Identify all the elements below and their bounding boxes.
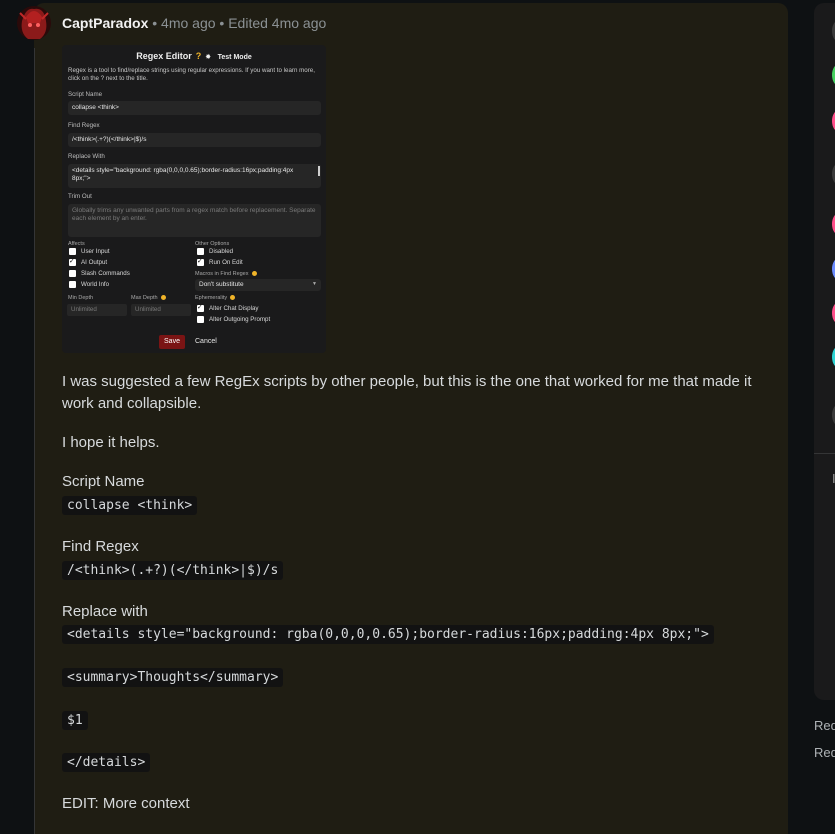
checkbox-checked-icon: [197, 257, 204, 266]
replace-code-line-1: <details style="background: rgba(0,0,0,0…: [62, 625, 714, 644]
posted-time[interactable]: 4mo ago: [161, 15, 215, 31]
meta-separator-2: •: [215, 15, 229, 31]
checkbox-label: World Info: [81, 281, 110, 289]
checkbox-label: User Input: [81, 248, 110, 256]
script-name-heading: Script Name: [62, 473, 145, 490]
embed-affects-label: Affects: [68, 241, 85, 247]
embed-affects-world-info: World Info: [69, 281, 109, 288]
checkbox-label: Run On Edit: [209, 259, 243, 267]
comment-paragraph-1: I was suggested a few RegEx scripts by o…: [62, 373, 752, 412]
resize-grip-icon: [318, 166, 320, 176]
bug-icon: ✸: [205, 54, 212, 61]
checkbox-icon: [69, 248, 76, 255]
info-icon: [251, 271, 257, 277]
embed-find-regex-label: Find Regex: [68, 122, 100, 129]
embed-option-run-on-edit: Run On Edit: [197, 257, 243, 267]
ephemerality-text: Ephemerality: [195, 295, 228, 301]
comment-paragraph-2: I hope it helps.: [62, 434, 160, 451]
test-mode-label: Test Mode: [217, 54, 252, 61]
comment-meta: CaptParadox • 4mo ago • Edited 4mo ago: [62, 15, 326, 31]
macros-select-value: Don't substitute: [199, 281, 244, 288]
embed-script-name-field: collapse <think>: [68, 101, 321, 115]
embed-ephemerality-label: Ephemerality: [195, 295, 236, 301]
embed-macros-select: Don't substitute ▼: [195, 279, 321, 291]
help-icon: ?: [195, 51, 202, 61]
embed-max-depth-label: Max Depth: [131, 295, 166, 301]
max-depth-text: Max Depth: [131, 295, 158, 301]
embed-affects-ai-output: AI Output: [69, 257, 108, 267]
replace-code-line-2: <summary>Thoughts</summary>: [62, 668, 284, 687]
checkbox-label: Alter Outgoing Prompt: [209, 316, 271, 324]
checkbox-label: AI Output: [81, 259, 108, 267]
meta-separator: •: [148, 15, 162, 31]
min-depth-text: Min Depth: [68, 295, 94, 301]
embed-macros-label: Macros in Find Regex: [195, 271, 257, 277]
macros-label-text: Macros in Find Regex: [195, 271, 249, 277]
embed-replace-field: <details style="background: rgba(0,0,0,0…: [68, 164, 321, 188]
find-regex-heading: Find Regex: [62, 538, 139, 555]
checkbox-checked-icon: [69, 257, 76, 266]
avatar[interactable]: [16, 3, 52, 43]
checkbox-icon: [69, 270, 76, 277]
replace-code-line-4: </details>: [62, 753, 151, 772]
embed-option-disabled: Disabled: [197, 248, 233, 255]
find-regex-code: /<think>(.+?)(</think>|$)/s: [62, 561, 284, 580]
embed-affects-slash-commands: Slash Commands: [69, 270, 130, 277]
script-name-code: collapse <think>: [62, 496, 198, 515]
info-icon: [160, 295, 166, 301]
edit-note: EDIT: More context: [62, 795, 190, 812]
embed-min-depth-field: Unlimited: [67, 304, 127, 316]
embed-max-depth-field: Unlimited: [131, 304, 191, 316]
embed-cancel-button: Cancel: [195, 338, 217, 345]
footer-link-1[interactable]: Red: [814, 718, 835, 733]
edited-time: Edited 4mo ago: [228, 15, 327, 31]
thread-line[interactable]: [34, 48, 35, 834]
embed-trim-out-field: Globally trims any unwanted parts from a…: [68, 204, 321, 237]
chevron-down-icon: ▼: [312, 281, 317, 287]
checkbox-icon: [197, 248, 204, 255]
embed-description: Regex is a tool to find/replace strings …: [68, 67, 315, 82]
author-name[interactable]: CaptParadox: [62, 15, 148, 31]
embed-trim-out-label: Trim Out: [68, 193, 92, 200]
embed-affects-user-input: User Input: [69, 248, 110, 255]
embed-alter-chat-display: Alter Chat Display: [197, 303, 259, 313]
embed-save-button: Save: [159, 335, 185, 349]
embed-alter-outgoing-prompt: Alter Outgoing Prompt: [197, 316, 270, 323]
embed-other-options-label: Other Options: [195, 241, 230, 247]
checkbox-icon: [197, 316, 204, 323]
info-icon: [230, 295, 236, 301]
embed-title: Regex Editor: [136, 51, 192, 61]
footer-link-2[interactable]: Red: [814, 745, 835, 760]
embed-title-row: Regex Editor? ✸ Test Mode: [62, 51, 326, 61]
regex-editor-image[interactable]: Regex Editor? ✸ Test Mode Regex is a tool…: [62, 45, 326, 353]
embed-find-regex-field: /<think>(.+?)(</think>|$)/s: [68, 133, 321, 147]
checkbox-label: Alter Chat Display: [209, 305, 259, 313]
checkbox-icon: [69, 281, 76, 288]
embed-replace-label: Replace With: [68, 153, 105, 160]
embed-script-name-label: Script Name: [68, 91, 103, 98]
embed-min-depth-label: Min Depth: [68, 295, 93, 301]
checkbox-label: Disabled: [209, 248, 234, 256]
checkbox-label: Slash Commands: [81, 270, 130, 278]
replace-code-line-3: $1: [62, 711, 88, 730]
replace-with-heading: Replace with: [62, 603, 148, 620]
sidebar-divider: [814, 453, 835, 454]
checkbox-checked-icon: [197, 303, 204, 312]
